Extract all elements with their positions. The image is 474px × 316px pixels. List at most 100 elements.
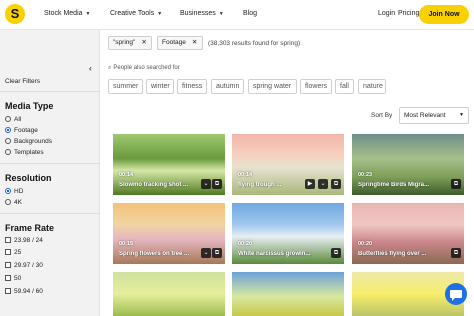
radio-icon — [5, 199, 11, 205]
download-icon[interactable]: ⌄ — [318, 179, 328, 189]
divider — [0, 163, 100, 164]
logo[interactable]: S — [5, 4, 25, 24]
media-type-title: Media Type — [5, 101, 54, 111]
frame-rate-option-60[interactable]: 59.94 / 60 — [5, 288, 43, 295]
download-icon[interactable]: ⌄ — [201, 248, 211, 258]
suggestion-spring-water[interactable]: spring water — [248, 79, 297, 94]
frame-rate-option-25[interactable]: 25 — [5, 249, 21, 256]
sort-select[interactable]: Most Relevant ▼ — [399, 107, 469, 124]
duration-label: 00:15 — [119, 241, 134, 247]
radio-selected-icon — [5, 127, 11, 133]
suggestion-fitness[interactable]: fitness — [177, 79, 207, 94]
top-nav: S Stock Media ▼ Creative Tools ▼ Businesse… — [0, 0, 474, 30]
nav-login[interactable]: Login — [378, 10, 395, 17]
option-label: 4K — [14, 199, 22, 206]
suggestion-summer[interactable]: summer — [108, 79, 143, 94]
radio-icon — [5, 138, 11, 144]
radio-icon — [5, 116, 11, 122]
media-type-option-all[interactable]: All — [5, 116, 21, 123]
clear-filters-link[interactable]: Clear Filters — [5, 78, 40, 85]
frame-rate-option-30[interactable]: 29.97 / 30 — [5, 262, 43, 269]
add-to-collection-icon[interactable]: ⧉ — [451, 179, 461, 189]
add-to-collection-icon[interactable]: ⧉ — [451, 248, 461, 258]
add-to-collection-icon[interactable]: ⧉ — [212, 248, 222, 258]
result-thumbnail[interactable]: 00:20 White narcissus growin... ⧉ — [232, 203, 344, 264]
result-caption: White narcissus growin... — [238, 251, 311, 257]
option-label: Footage — [14, 127, 38, 134]
download-icon[interactable]: ⌄ — [201, 179, 211, 189]
option-label: Backgrounds — [14, 138, 52, 145]
duration-label: 00:20 — [358, 241, 373, 247]
option-label: Templates — [14, 149, 44, 156]
suggestion-flowers[interactable]: flowers — [300, 79, 332, 94]
option-label: 23.98 / 24 — [14, 237, 43, 244]
resolution-title: Resolution — [5, 173, 52, 183]
checkbox-icon — [5, 262, 11, 268]
frame-rate-option-50[interactable]: 50 — [5, 275, 21, 282]
duration-label: 00:14 — [119, 172, 134, 178]
resolution-option-hd[interactable]: HD — [5, 188, 23, 195]
suggestion-winter[interactable]: winter — [146, 79, 174, 94]
nav-businesses-label: Businesses — [180, 10, 216, 17]
close-icon[interactable]: ✕ — [192, 39, 197, 46]
play-icon[interactable]: ▶ — [305, 179, 315, 189]
nav-blog[interactable]: Blog — [243, 10, 257, 17]
frame-rate-title: Frame Rate — [5, 223, 55, 233]
result-thumbnail[interactable]: 00:15 Spring flowers on tree ... ⌄ ⧉ — [113, 203, 225, 264]
chevron-left-icon[interactable]: ‹ — [89, 64, 92, 73]
chat-help-button[interactable] — [445, 283, 467, 305]
suggestions-label: People also searched for — [113, 65, 180, 71]
resolution-option-4k[interactable]: 4K — [5, 199, 22, 206]
nav-stock-media[interactable]: Stock Media ▼ — [44, 10, 90, 17]
chip-label: Footage — [162, 39, 186, 46]
result-thumbnail[interactable]: 00:14 Slowmo tracking shot ... ⌄ ⧉ — [113, 134, 225, 195]
option-label: All — [14, 116, 22, 123]
divider — [0, 213, 100, 214]
option-label: 25 — [14, 249, 22, 256]
checkbox-icon — [5, 249, 11, 255]
chevron-down-icon: ▼ — [85, 11, 91, 17]
nav-creative-tools-label: Creative Tools — [110, 10, 155, 17]
divider — [0, 91, 100, 92]
option-label: HD — [14, 188, 24, 195]
close-icon[interactable]: ✕ — [141, 39, 146, 46]
sort-value: Most Relevant — [404, 112, 446, 119]
media-type-option-templates[interactable]: Templates — [5, 149, 44, 156]
result-caption: Springtime Birds Migra... — [358, 182, 430, 188]
result-caption: Slowmo tracking shot ... — [119, 182, 189, 188]
result-thumbnail[interactable] — [113, 272, 225, 316]
add-to-collection-icon[interactable]: ⧉ — [331, 179, 341, 189]
frame-rate-option-24[interactable]: 23.98 / 24 — [5, 237, 43, 244]
suggestion-autumn[interactable]: autumn — [211, 79, 244, 94]
chat-icon — [450, 290, 462, 301]
result-thumbnail[interactable] — [232, 272, 344, 316]
filter-chip-footage[interactable]: Footage ✕ — [157, 36, 203, 50]
nav-stock-media-label: Stock Media — [44, 10, 83, 17]
result-thumbnail[interactable]: 00:23 Springtime Birds Migra... ⧉ — [352, 134, 464, 195]
radio-icon — [5, 149, 11, 155]
checkbox-icon — [5, 237, 11, 243]
nav-creative-tools[interactable]: Creative Tools ▼ — [110, 10, 162, 17]
suggestion-fall[interactable]: fall — [335, 79, 354, 94]
add-to-collection-icon[interactable]: ⧉ — [212, 179, 222, 189]
search-icon: ⌕ — [108, 65, 112, 71]
add-to-collection-icon[interactable]: ⧉ — [331, 248, 341, 258]
radio-selected-icon — [5, 188, 11, 194]
sort-by-label: Sort By — [371, 112, 393, 119]
suggestion-nature[interactable]: nature — [358, 79, 386, 94]
nav-businesses[interactable]: Businesses ▼ — [180, 10, 224, 17]
media-type-option-footage[interactable]: Footage — [5, 127, 38, 134]
duration-label: 00:23 — [358, 172, 373, 178]
chevron-down-icon: ▼ — [459, 112, 464, 118]
option-label: 29.97 / 30 — [14, 262, 43, 269]
media-type-option-backgrounds[interactable]: Backgrounds — [5, 138, 52, 145]
chevron-down-icon: ▼ — [218, 11, 224, 17]
option-label: 59.94 / 60 — [14, 288, 43, 295]
result-caption: Butterflies flying over ... — [358, 251, 427, 257]
result-thumbnail[interactable]: 00:20 Butterflies flying over ... ⧉ — [352, 203, 464, 264]
join-now-button[interactable]: Join Now — [419, 5, 469, 24]
result-thumbnail[interactable]: 00:14 flying trough ... ▶ ⌄ ⧉ — [232, 134, 344, 195]
results-count: (38,303 results found for spring) — [208, 40, 301, 47]
filter-chip-spring[interactable]: "spring" ✕ — [108, 36, 152, 50]
nav-pricing[interactable]: Pricing — [398, 10, 419, 17]
